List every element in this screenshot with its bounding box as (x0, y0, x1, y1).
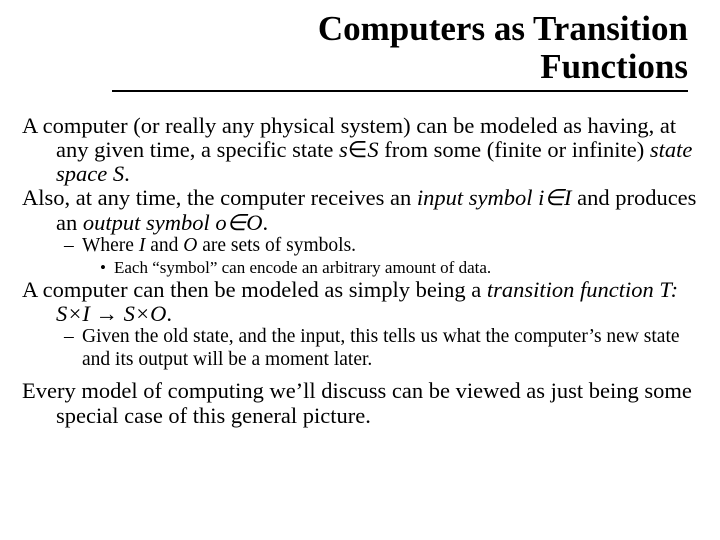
paragraph-2: Also, at any time, the computer receives… (22, 186, 698, 235)
text: Given the old state, and the input, this… (82, 326, 680, 369)
dot-bullet: • (100, 258, 114, 278)
paragraph-3: A computer can then be modeled as simply… (22, 278, 698, 327)
sub-sub-bullet-1: • Each “symbol” can encode an arbitrary … (22, 258, 698, 278)
text: Also, at any time, the computer receives… (22, 185, 417, 210)
symbol-in: ∈ (348, 137, 368, 162)
slide: Computers as Transition Functions A comp… (0, 0, 720, 540)
text: and (145, 235, 183, 256)
text: are sets of symbols. (197, 235, 356, 256)
paragraph-1: A computer (or really any physical syste… (22, 114, 698, 187)
title-line-1: Computers as Transition (112, 10, 688, 48)
sub-bullet-2: – Given the old state, and the input, th… (22, 326, 698, 371)
var-S: S (367, 137, 378, 162)
dash-bullet: – (64, 326, 82, 348)
title-line-2: Functions (112, 48, 688, 86)
dash-bullet: – (64, 235, 82, 257)
text: . (262, 210, 268, 235)
text: A computer can then be modeled as simply… (22, 277, 487, 302)
title-block: Computers as Transition Functions (112, 10, 688, 92)
var-O: O (183, 235, 197, 256)
term-output-symbol: output symbol (83, 210, 210, 235)
term-transition-function: transition function (487, 277, 654, 302)
text: . (166, 301, 172, 326)
text: Each “symbol” can encode an arbitrary am… (114, 258, 491, 277)
text: Where (82, 235, 139, 256)
paragraph-4: Every model of computing we’ll discuss c… (22, 379, 698, 428)
text: . (124, 161, 130, 186)
var-oO: o∈O (210, 210, 263, 235)
text: from some (finite or infinite) (379, 137, 650, 162)
body-text: A computer (or really any physical syste… (22, 114, 698, 428)
term-input-symbol: input symbol (417, 185, 533, 210)
sub-bullet-1: – Where I and O are sets of symbols. (22, 235, 698, 257)
var-S: S (107, 161, 124, 186)
var-s: s (339, 137, 348, 162)
var-iI: i∈I (533, 185, 572, 210)
